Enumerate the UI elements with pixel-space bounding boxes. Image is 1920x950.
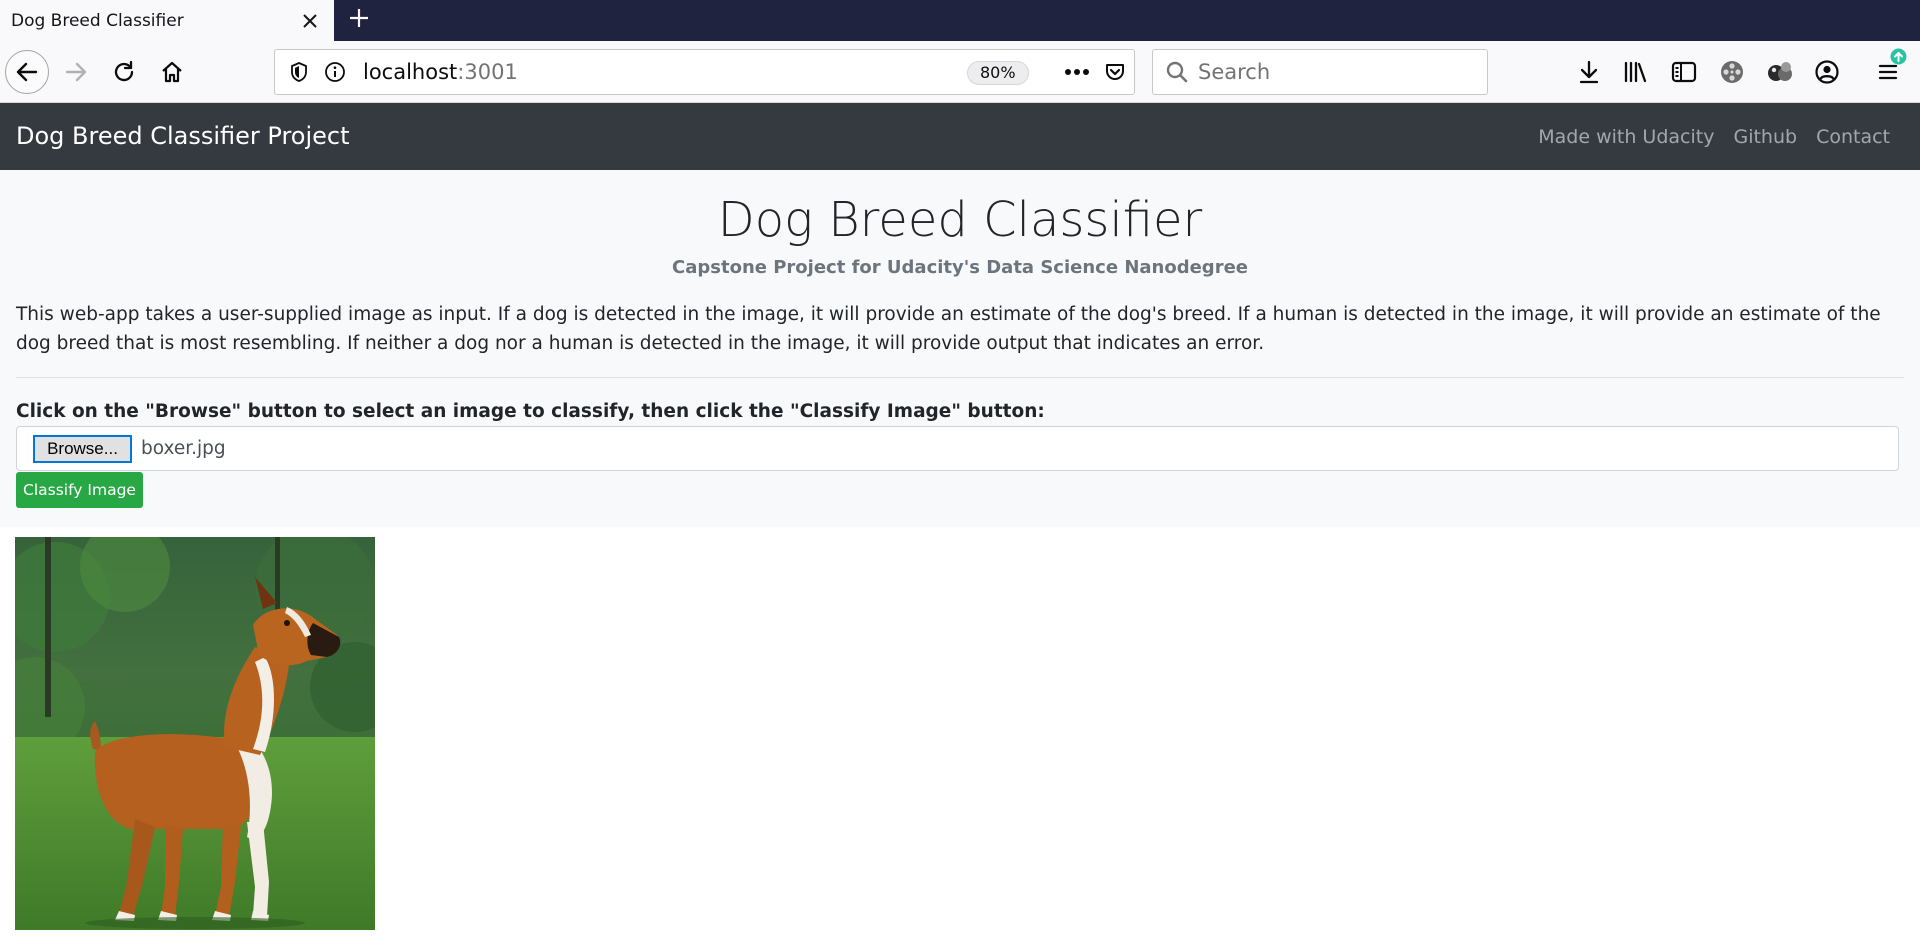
- browser-tab-bar: Dog Breed Classifier: [0, 0, 1920, 41]
- url-bar[interactable]: localhost:3001 80%: [274, 49, 1135, 95]
- sidebar-toggle-icon[interactable]: [1662, 50, 1706, 94]
- nav-link-contact[interactable]: Contact: [1816, 126, 1890, 148]
- url-text: localhost:3001: [363, 50, 518, 94]
- downloads-icon[interactable]: [1567, 50, 1611, 94]
- pocket-icon[interactable]: [1097, 50, 1133, 94]
- uploaded-dog-photo: [15, 537, 375, 930]
- browser-tab-active[interactable]: Dog Breed Classifier: [0, 0, 334, 41]
- new-tab-plus-icon[interactable]: [344, 0, 374, 36]
- forward-button[interactable]: [54, 50, 98, 94]
- reload-icon: [114, 60, 134, 82]
- back-arrow-icon: [16, 62, 38, 82]
- browser-toolbar: localhost:3001 80% Search: [0, 41, 1920, 103]
- update-available-icon[interactable]: [1890, 48, 1907, 65]
- film-reel-extension-icon[interactable]: [1710, 50, 1754, 94]
- home-button[interactable]: [150, 50, 194, 94]
- tab-title: Dog Breed Classifier: [11, 10, 184, 31]
- search-icon: [1159, 50, 1195, 94]
- site-brand[interactable]: Dog Breed Classifier Project: [16, 103, 350, 170]
- zoom-level-badge[interactable]: 80%: [967, 61, 1029, 85]
- search-placeholder: Search: [1198, 60, 1271, 84]
- page-subtitle: Capstone Project for Udacity's Data Scie…: [672, 257, 1248, 278]
- site-nav-links: Made with Udacity Github Contact: [1538, 103, 1890, 170]
- page-actions-ellipsis-icon[interactable]: [1059, 50, 1095, 94]
- home-icon: [162, 61, 182, 83]
- selected-file-name: boxer.jpg: [141, 438, 226, 459]
- forward-arrow-icon: [65, 62, 87, 82]
- spheres-extension-icon[interactable]: [1758, 50, 1802, 94]
- image-file-input[interactable]: Browse... boxer.jpg: [16, 426, 1899, 471]
- reload-button[interactable]: [102, 50, 146, 94]
- classify-image-button[interactable]: Classify Image: [16, 472, 143, 508]
- search-bar[interactable]: Search: [1152, 49, 1488, 95]
- account-icon[interactable]: [1805, 50, 1849, 94]
- site-navbar: Dog Breed Classifier Project Made with U…: [0, 103, 1920, 170]
- nav-link-made-with-udacity[interactable]: Made with Udacity: [1538, 126, 1714, 148]
- page-title: Dog Breed Classifier: [717, 192, 1203, 248]
- divider: [16, 377, 1904, 378]
- app-description: This web-app takes a user-supplied image…: [16, 304, 1881, 354]
- browse-button[interactable]: Browse...: [33, 435, 132, 463]
- nav-link-github[interactable]: Github: [1733, 126, 1797, 148]
- url-port: :3001: [457, 60, 518, 84]
- jumbotron: Dog Breed Classifier Capstone Project fo…: [0, 170, 1920, 527]
- upload-instructions: Click on the "Browse" button to select a…: [16, 401, 1045, 422]
- close-tab-icon[interactable]: [292, 3, 328, 39]
- back-button[interactable]: [5, 50, 49, 94]
- url-host: localhost: [363, 60, 458, 84]
- library-icon[interactable]: [1614, 50, 1658, 94]
- site-info-icon[interactable]: [317, 50, 353, 94]
- tracking-shield-icon[interactable]: [281, 50, 317, 94]
